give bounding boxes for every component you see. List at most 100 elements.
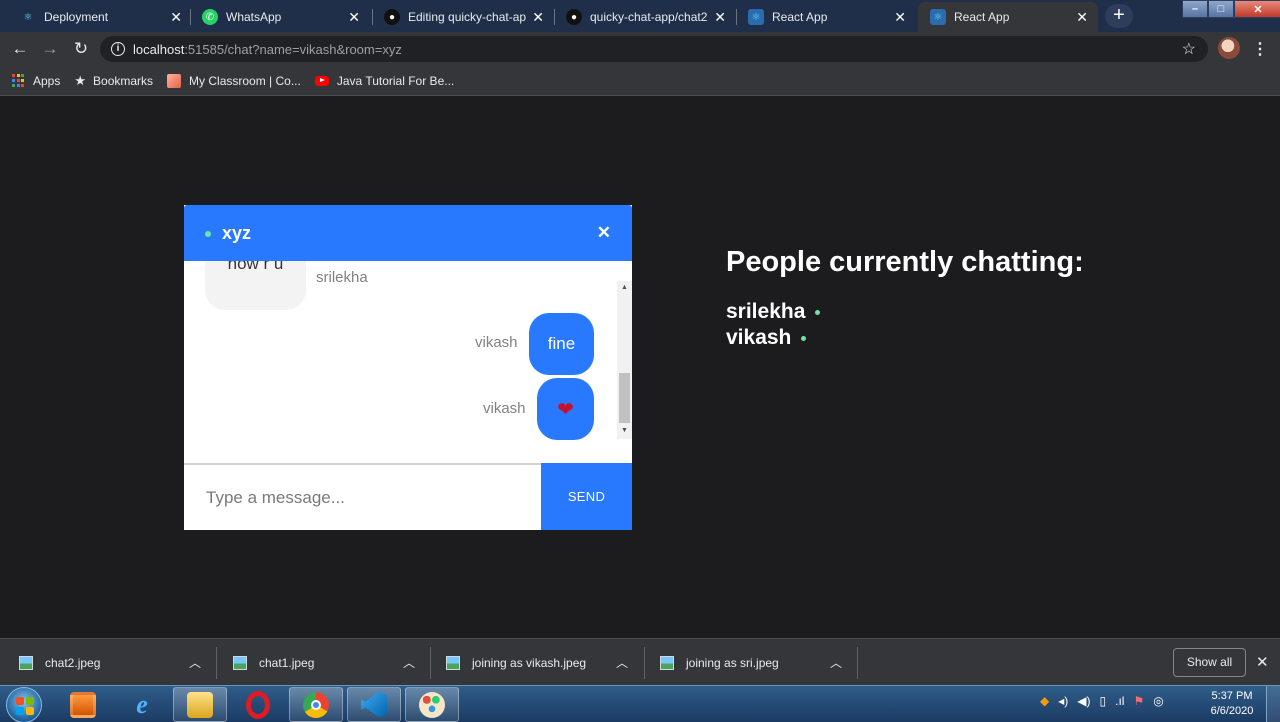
tab-quicky-chat-app-chat2[interactable]: ● quicky-chat-app/chat2.jp ✕ bbox=[554, 2, 736, 32]
forward-icon[interactable]: → bbox=[39, 38, 61, 60]
show-all-downloads-button[interactable]: Show all bbox=[1173, 648, 1246, 677]
message-bubble: fine bbox=[529, 313, 594, 375]
close-tab-icon[interactable]: ✕ bbox=[894, 9, 906, 26]
download-separator bbox=[644, 647, 645, 679]
online-status-dot bbox=[205, 231, 211, 237]
clock-date: 6/6/2020 bbox=[1210, 705, 1254, 717]
download-item[interactable]: chat1.jpeg ︿ bbox=[233, 639, 419, 686]
scroll-down-icon[interactable]: ▼ bbox=[621, 427, 628, 434]
heart-icon: ❤ bbox=[557, 398, 574, 421]
bookmarks-bar: Apps ★ Bookmarks My Classroom | Co... Ja… bbox=[0, 66, 1280, 96]
image-file-icon bbox=[446, 655, 460, 670]
minimize-button[interactable]: – bbox=[1182, 0, 1208, 18]
chrome-icon[interactable] bbox=[289, 687, 343, 722]
show-desktop-button[interactable] bbox=[1266, 686, 1280, 722]
chevron-up-icon[interactable]: ︿ bbox=[403, 654, 415, 671]
bookmark-bookmarks[interactable]: ★ Bookmarks bbox=[74, 73, 153, 89]
tab-react-app[interactable]: ⚛ React App ✕ bbox=[736, 2, 916, 32]
message-bubble-partial: how r u bbox=[205, 261, 306, 310]
internet-explorer-icon[interactable]: e bbox=[115, 687, 169, 722]
close-tab-icon[interactable]: ✕ bbox=[1076, 9, 1088, 26]
profile-avatar[interactable] bbox=[1218, 37, 1240, 59]
send-button[interactable]: SEND bbox=[541, 463, 632, 530]
back-icon[interactable]: ← bbox=[9, 38, 31, 60]
chat-header: xyz ✕ bbox=[184, 205, 632, 261]
page-content: xyz ✕ how r u srilekha vikash fine vikas… bbox=[0, 97, 1280, 638]
new-tab-button[interactable]: + bbox=[1105, 4, 1133, 28]
download-item[interactable]: joining as vikash.jpeg ︿ bbox=[446, 639, 632, 686]
person-item: vikash bbox=[726, 326, 807, 350]
bookmark-star-icon[interactable]: ☆ bbox=[1182, 39, 1196, 59]
close-chat-icon[interactable]: ✕ bbox=[597, 223, 611, 243]
image-file-icon bbox=[660, 655, 674, 670]
start-button[interactable] bbox=[6, 687, 42, 722]
tab-deployment[interactable]: ⚛ Deployment ✕ bbox=[8, 2, 192, 32]
tab-react-app-active[interactable]: ⚛ React App ✕ bbox=[918, 2, 1098, 32]
bookmark-apps[interactable]: Apps bbox=[12, 74, 60, 88]
image-file-icon bbox=[19, 655, 33, 670]
action-center-icon[interactable]: ⚑ bbox=[1133, 694, 1144, 708]
browser-menu-icon[interactable]: ⋮ bbox=[1252, 39, 1268, 59]
network-icon[interactable]: ◎ bbox=[1153, 694, 1163, 708]
message-sender: vikash bbox=[483, 400, 526, 417]
close-download-shelf-icon[interactable]: ✕ bbox=[1256, 653, 1269, 671]
tab-editing-quicky-chat-app[interactable]: ● Editing quicky-chat-app ✕ bbox=[372, 2, 554, 32]
close-tab-icon[interactable]: ✕ bbox=[532, 9, 544, 26]
tab-whatsapp[interactable]: ✆ WhatsApp ✕ bbox=[190, 2, 370, 32]
url-path: :51585/chat?name=vikash&room=xyz bbox=[184, 42, 402, 57]
whatsapp-icon: ✆ bbox=[202, 9, 218, 25]
close-tab-icon[interactable]: ✕ bbox=[714, 9, 726, 26]
message-list[interactable]: how r u srilekha vikash fine vikash ❤ ▲ … bbox=[184, 261, 632, 463]
opera-icon[interactable] bbox=[231, 687, 285, 722]
classroom-icon bbox=[167, 73, 182, 88]
close-window-button[interactable]: ✕ bbox=[1234, 0, 1280, 18]
maximize-button[interactable]: □ bbox=[1208, 0, 1234, 18]
vscode-icon[interactable] bbox=[347, 687, 401, 722]
close-tab-icon[interactable]: ✕ bbox=[348, 9, 360, 26]
media-player-icon[interactable] bbox=[56, 687, 110, 722]
apps-grid-icon bbox=[12, 74, 25, 87]
download-separator bbox=[857, 647, 858, 679]
metamask-icon[interactable]: ◆ bbox=[1040, 694, 1049, 708]
message-scrollbar[interactable]: ▲ ▼ bbox=[617, 281, 632, 439]
message-sender: vikash bbox=[475, 334, 518, 351]
bookmark-my-classroom[interactable]: My Classroom | Co... bbox=[167, 73, 301, 88]
chevron-up-icon[interactable]: ︿ bbox=[830, 654, 842, 671]
scroll-up-icon[interactable]: ▲ bbox=[621, 284, 628, 291]
download-item[interactable]: joining as sri.jpeg ︿ bbox=[660, 639, 846, 686]
close-tab-icon[interactable]: ✕ bbox=[170, 9, 182, 26]
github-icon: ● bbox=[566, 9, 582, 25]
message-sender-partial: srilekha bbox=[316, 269, 368, 286]
react-icon: ⚛ bbox=[748, 9, 764, 25]
url-text[interactable]: localhost:51585/chat?name=vikash&room=xy… bbox=[133, 42, 402, 57]
file-explorer-icon[interactable] bbox=[173, 687, 227, 722]
system-clock[interactable]: 5:37 PM 6/6/2020 bbox=[1204, 689, 1260, 719]
youtube-icon bbox=[314, 75, 329, 86]
message-text: how r u bbox=[227, 261, 284, 273]
download-item[interactable]: chat2.jpeg ︿ bbox=[19, 639, 205, 686]
online-status-dot bbox=[801, 335, 807, 341]
address-bar[interactable]: i localhost:51585/chat?name=vikash&room=… bbox=[100, 36, 1208, 62]
volume-icon[interactable]: ◀) bbox=[1077, 694, 1090, 708]
chevron-up-icon[interactable]: ︿ bbox=[616, 654, 628, 671]
battery-icon[interactable]: ▯ bbox=[1100, 694, 1107, 708]
speaker-icon[interactable]: ◂) bbox=[1058, 694, 1068, 708]
message-bubble: ❤ bbox=[537, 378, 594, 440]
chat-window: xyz ✕ how r u srilekha vikash fine vikas… bbox=[184, 205, 632, 530]
chevron-up-icon[interactable]: ︿ bbox=[189, 654, 201, 671]
scrollbar-thumb[interactable] bbox=[619, 373, 630, 423]
person-name: vikash bbox=[726, 326, 792, 349]
reload-icon[interactable]: ↻ bbox=[70, 38, 92, 60]
browser-toolbar: ← → ↻ i localhost:51585/chat?name=vikash… bbox=[0, 32, 1280, 66]
browser-tab-strip: ⚛ Deployment ✕ ✆ WhatsApp ✕ ● Editing qu… bbox=[0, 0, 1280, 32]
message-input[interactable] bbox=[184, 465, 541, 530]
download-separator bbox=[430, 647, 431, 679]
person-name: srilekha bbox=[726, 300, 806, 323]
paint-icon[interactable] bbox=[405, 687, 459, 722]
clock-time: 5:37 PM bbox=[1211, 690, 1253, 702]
github-icon: ● bbox=[384, 9, 400, 25]
info-icon[interactable]: i bbox=[111, 42, 125, 56]
bookmark-java-tutorial[interactable]: Java Tutorial For Be... bbox=[314, 74, 454, 88]
person-item: srilekha bbox=[726, 300, 821, 324]
signal-icon[interactable]: .ıl bbox=[1115, 694, 1124, 708]
